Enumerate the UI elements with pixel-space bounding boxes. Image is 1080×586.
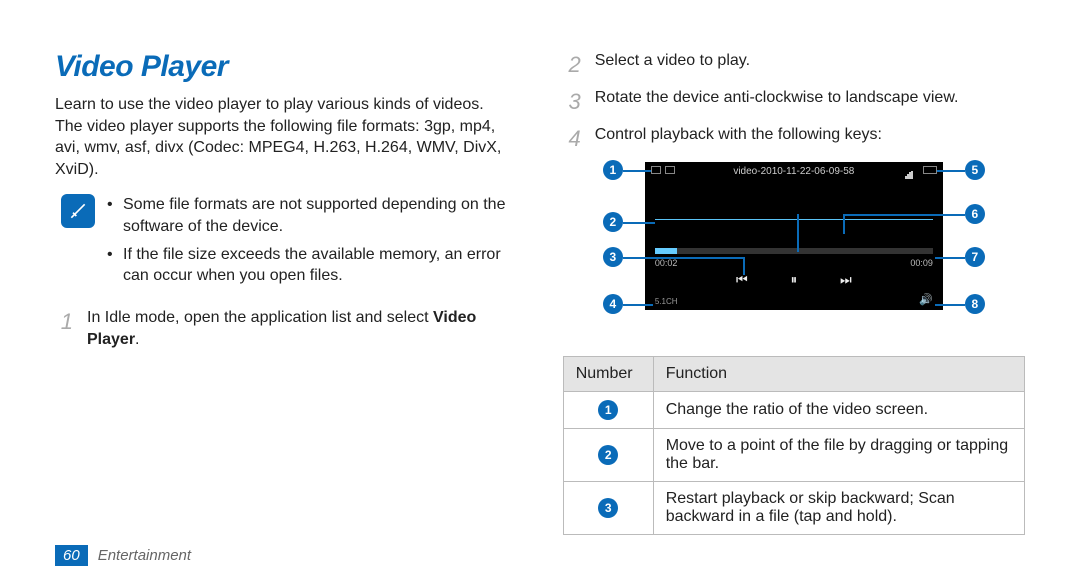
video-title: video-2010-11-22-06-09-58 <box>645 166 943 177</box>
step-number: 3 <box>563 87 581 118</box>
step-text: Control playback with the following keys… <box>595 124 1025 155</box>
time-total: 00:09 <box>910 258 933 268</box>
note-bullet: Some file formats are not supported depe… <box>107 194 508 237</box>
row-function: Change the ratio of the video screen. <box>653 392 1024 429</box>
step-item: 3 Rotate the device anti-clockwise to la… <box>563 87 1025 118</box>
step-text: In Idle mode, open the application list … <box>87 309 433 326</box>
step-number: 2 <box>563 50 581 81</box>
row-function: Move to a point of the file by dragging … <box>653 429 1024 482</box>
step-text: Rotate the device anti-clockwise to land… <box>595 87 1025 118</box>
step-text-after: . <box>135 331 139 348</box>
callout-4: 4 <box>603 294 623 314</box>
progress-bar <box>655 248 933 254</box>
callout-3: 3 <box>603 247 623 267</box>
pause-icon: ⏸ <box>786 272 802 288</box>
step-number: 1 <box>55 307 73 352</box>
table-row: 1 Change the ratio of the video screen. <box>563 392 1024 429</box>
note-bullet: If the file size exceeds the available m… <box>107 244 508 287</box>
note-icon <box>61 194 95 228</box>
time-elapsed: 00:02 <box>655 258 678 268</box>
video-player-mock: video-2010-11-22-06-09-58 00:02 00:09 ⏮ … <box>645 162 943 310</box>
table-row: 3 Restart playback or skip backward; Sca… <box>563 482 1024 535</box>
row-number-badge: 2 <box>598 445 618 465</box>
seek-guide <box>655 218 933 220</box>
callout-6: 6 <box>965 204 985 224</box>
table-row: 2 Move to a point of the file by draggin… <box>563 429 1024 482</box>
srs-label: 5.1CH <box>655 297 678 306</box>
step-item: 4 Control playback with the following ke… <box>563 124 1025 155</box>
footer-section: Entertainment <box>98 547 191 564</box>
playback-controls: ⏮ ⏸ ⏭ <box>645 272 943 288</box>
step-item: 2 Select a video to play. <box>563 50 1025 81</box>
prev-icon: ⏮ <box>734 272 750 288</box>
step-number: 4 <box>563 124 581 155</box>
step-item: 1 In Idle mode, open the application lis… <box>55 307 508 352</box>
section-heading: Video Player <box>55 50 508 84</box>
next-icon: ⏭ <box>838 272 854 288</box>
row-number-badge: 3 <box>598 498 618 518</box>
table-header-function: Function <box>653 357 1024 392</box>
intro-text: Learn to use the video player to play va… <box>55 94 508 180</box>
callout-2: 2 <box>603 212 623 232</box>
page-footer: 60 Entertainment <box>55 545 191 566</box>
function-table: Number Function 1 Change the ratio of th… <box>563 356 1025 535</box>
page-number: 60 <box>55 545 88 566</box>
row-number-badge: 1 <box>598 400 618 420</box>
callout-1: 1 <box>603 160 623 180</box>
status-icons <box>905 166 937 174</box>
callout-5: 5 <box>965 160 985 180</box>
row-function: Restart playback or skip backward; Scan … <box>653 482 1024 535</box>
table-header-number: Number <box>563 357 653 392</box>
callout-7: 7 <box>965 247 985 267</box>
callout-8: 8 <box>965 294 985 314</box>
step-text: Select a video to play. <box>595 50 1025 81</box>
volume-icon: 🔊 <box>919 293 933 306</box>
video-diagram: video-2010-11-22-06-09-58 00:02 00:09 ⏮ … <box>599 162 989 342</box>
note-box: Some file formats are not supported depe… <box>55 194 508 292</box>
